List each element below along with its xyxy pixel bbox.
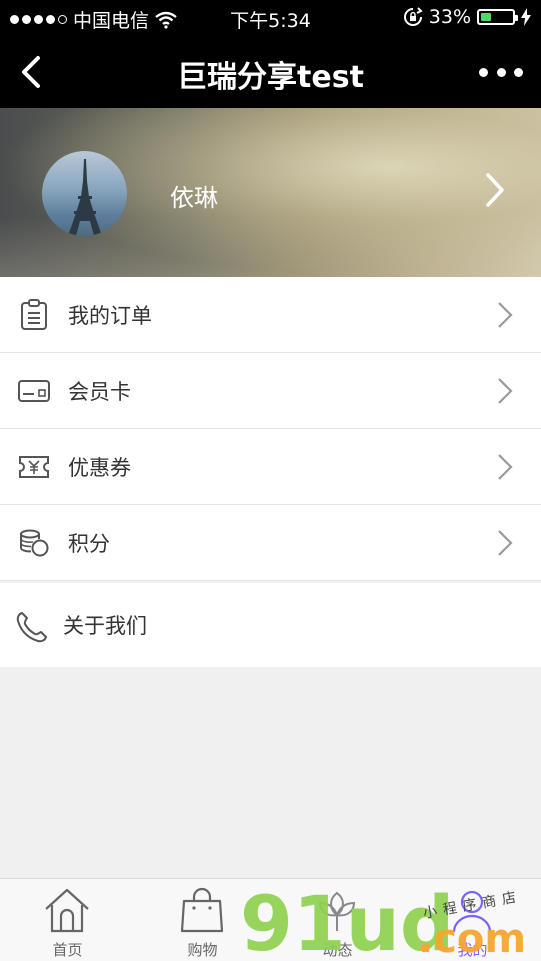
user-icon	[452, 890, 492, 933]
member-card-icon	[18, 375, 50, 407]
coupon-icon	[18, 451, 50, 483]
battery-percent: 33%	[428, 6, 471, 28]
chevron-right-icon	[498, 301, 513, 328]
profile-username: 依琳	[170, 184, 218, 212]
menu-item-label: 优惠券	[68, 455, 131, 480]
tab-shopping[interactable]: 购物	[135, 879, 270, 961]
status-bar: 中国电信 下午5:34 33%	[0, 0, 541, 34]
battery-icon	[477, 9, 518, 25]
shopping-bag-icon	[180, 887, 224, 933]
menu-item-label: 会员卡	[68, 379, 131, 404]
chevron-right-icon	[498, 377, 513, 404]
tab-label: 购物	[187, 941, 218, 959]
tab-home[interactable]: 首页	[0, 879, 135, 961]
page-title: 巨瑞分享test	[177, 60, 364, 95]
eiffel-tower-icon	[68, 159, 102, 236]
menu-item-coupon[interactable]: 优惠券	[0, 429, 541, 505]
tab-label: 我的	[457, 941, 488, 959]
tab-bar: 首页 购物 动态 我的	[0, 878, 541, 961]
home-icon	[45, 888, 89, 933]
rotation-lock-icon	[403, 7, 423, 26]
more-dots-icon[interactable]	[479, 58, 523, 86]
menu-item-member-card[interactable]: 会员卡	[0, 353, 541, 429]
chevron-right-icon[interactable]	[485, 172, 505, 208]
profile-menu: 我的订单 会员卡 优惠券 积分	[0, 277, 541, 581]
tab-mine[interactable]: 我的	[405, 879, 540, 961]
tab-label: 首页	[52, 941, 83, 959]
profile-header[interactable]: 依琳	[0, 108, 541, 277]
points-icon	[18, 527, 50, 559]
order-list-icon	[18, 298, 50, 331]
charging-icon	[521, 8, 531, 26]
navigation-bar: 巨瑞分享test	[0, 34, 541, 108]
tab-label: 动态	[322, 941, 353, 959]
about-label: 关于我们	[63, 614, 147, 638]
menu-item-label: 积分	[68, 531, 110, 556]
chevron-right-icon	[498, 529, 513, 556]
phone-icon	[16, 612, 47, 643]
tab-moments[interactable]: 动态	[270, 879, 405, 961]
avatar[interactable]	[42, 151, 127, 236]
chevron-right-icon	[498, 453, 513, 480]
menu-item-label: 我的订单	[68, 303, 152, 328]
menu-item-orders[interactable]: 我的订单	[0, 277, 541, 353]
leaf-icon	[318, 891, 356, 931]
menu-item-points[interactable]: 积分	[0, 505, 541, 581]
menu-item-about[interactable]: 关于我们	[0, 583, 541, 667]
